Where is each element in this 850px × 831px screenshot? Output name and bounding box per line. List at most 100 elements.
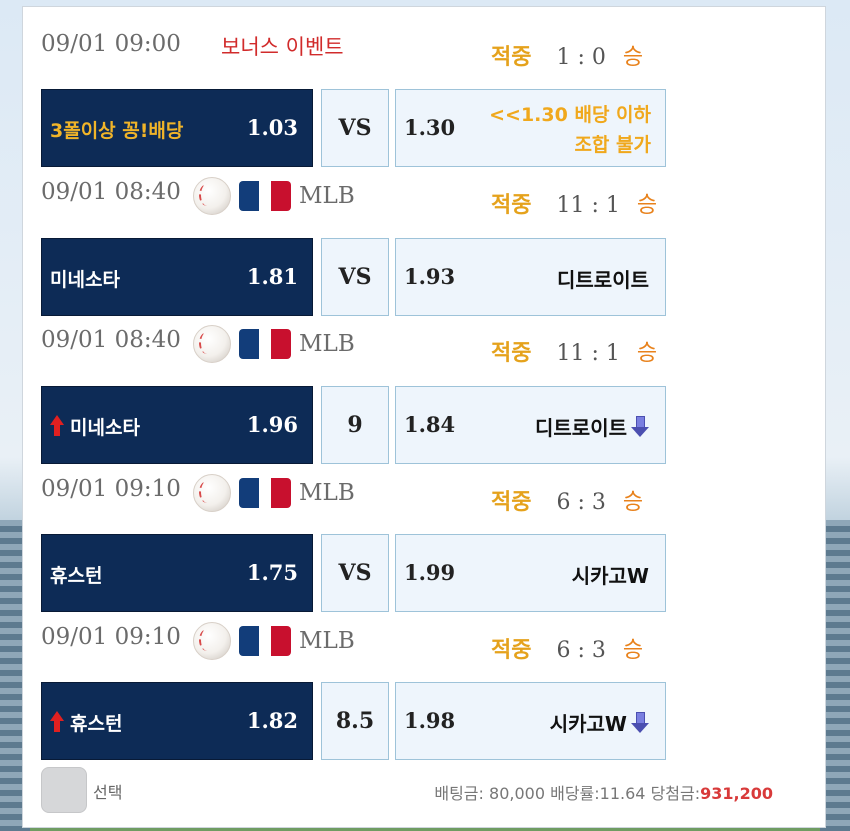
home-bet-button[interactable]: 휴스턴 1.82 [41, 682, 313, 760]
away-bet-button[interactable]: 1.84 디트로이트 [395, 386, 666, 464]
baseball-icon [193, 622, 231, 660]
away-note-line2: 조합 불가 [574, 134, 651, 156]
event-label: 보너스 이벤트 [221, 35, 344, 59]
arrow-down-icon [631, 415, 649, 438]
home-odd: 1.82 [246, 708, 298, 733]
away-team-name: 시카고W [571, 564, 649, 588]
home-bet-button[interactable]: 휴스턴 1.75 [41, 534, 313, 612]
arrow-up-icon [50, 415, 64, 437]
bet-rate: 11.64 [599, 784, 646, 803]
bet-summary: 배팅금: 80,000 배당률:11.64 당첨금:931,200 [434, 780, 773, 804]
result-score: 6 : 3 [556, 490, 606, 515]
bet-summary-footer: 선택 배팅금: 80,000 배당률:11.64 당첨금:931,200 [41, 767, 801, 813]
away-bet-button[interactable]: 1.98 시카고W [395, 682, 666, 760]
bet-slip-card: 09/01 09:00 보너스 이벤트 적중 1 : 0 승 3폴이상 꽁!배당… [22, 6, 826, 828]
bet-amount: 80,000 [489, 784, 545, 803]
result-outcome: 승 [622, 638, 644, 663]
mlb-logo-icon [239, 626, 291, 656]
away-bet-button[interactable]: 1.30 <<1.30 배당 이하 조합 불가 [395, 89, 666, 167]
middle-bet-button[interactable]: 8.5 [321, 682, 389, 760]
home-bet-button[interactable]: 미네소타 1.81 [41, 238, 313, 316]
middle-bet-button[interactable]: 9 [321, 386, 389, 464]
game-header: 09/01 08:40 MLB 적중 11 : 1 승 [41, 325, 661, 367]
game-datetime: 09/01 09:00 [41, 31, 181, 57]
league-name: MLB [299, 628, 355, 654]
result-score: 11 : 1 [556, 193, 620, 218]
league-icons: MLB [193, 474, 355, 512]
result-hit-label: 적중 [491, 193, 532, 218]
arrow-up-icon [50, 711, 64, 733]
away-odd: 1.30 [404, 115, 456, 140]
mlb-logo-icon [239, 478, 291, 508]
bet-row: 미네소타 1.96 9 1.84 디트로이트 [41, 386, 666, 464]
game-datetime: 09/01 09:10 [41, 476, 181, 502]
result-outcome: 승 [622, 490, 644, 515]
result-outcome: 승 [636, 341, 658, 366]
bet-row: 휴스턴 1.75 VS 1.99 시카고W [41, 534, 666, 612]
away-odd: 1.84 [404, 412, 456, 437]
game-result: 적중 6 : 3 승 [491, 632, 643, 664]
league-name: MLB [299, 183, 355, 209]
game-header: 09/01 09:10 MLB 적중 6 : 3 승 [41, 474, 661, 516]
game-header: 09/01 09:00 보너스 이벤트 적중 1 : 0 승 [41, 31, 661, 71]
game-result: 적중 11 : 1 승 [491, 187, 657, 219]
middle-bet-button[interactable]: VS [321, 534, 389, 612]
game-datetime: 09/01 08:40 [41, 327, 181, 353]
game-datetime: 09/01 09:10 [41, 624, 181, 650]
away-bet-button[interactable]: 1.99 시카고W [395, 534, 666, 612]
baseball-icon [193, 177, 231, 215]
bet-row: 미네소타 1.81 VS 1.93 디트로이트 [41, 238, 666, 316]
away-odd: 1.98 [404, 708, 456, 733]
home-team-name: 휴스턴 [50, 565, 103, 587]
result-outcome: 승 [622, 45, 644, 70]
result-score: 1 : 0 [556, 45, 606, 70]
home-odd: 1.81 [246, 264, 298, 289]
result-hit-label: 적중 [491, 341, 532, 366]
home-team-name: 미네소타 [50, 269, 120, 291]
arrow-down-icon [631, 711, 649, 734]
win-amount: 931,200 [700, 784, 773, 803]
game-result: 적중 6 : 3 승 [491, 484, 643, 516]
game-header: 09/01 09:10 MLB 적중 6 : 3 승 [41, 622, 661, 664]
result-outcome: 승 [636, 193, 658, 218]
middle-bet-button[interactable]: VS [321, 89, 389, 167]
game-result: 적중 11 : 1 승 [491, 335, 657, 367]
baseball-icon [193, 325, 231, 363]
away-team-name: 디트로이트 [557, 268, 649, 292]
league-icons: MLB [193, 622, 355, 660]
win-amount-label: 당첨금: [650, 784, 701, 803]
result-hit-label: 적중 [491, 638, 532, 663]
away-note-line1: <<1.30 배당 이하 [489, 104, 651, 126]
league-icons: MLB [193, 177, 355, 215]
home-bet-button[interactable]: 미네소타 1.96 [41, 386, 313, 464]
middle-bet-button[interactable]: VS [321, 238, 389, 316]
result-hit-label: 적중 [491, 45, 532, 70]
select-checkbox[interactable] [41, 767, 87, 813]
league-icons: MLB [193, 325, 355, 363]
away-note: <<1.30 배당 이하 조합 불가 [489, 100, 651, 160]
league-name: MLB [299, 480, 355, 506]
result-hit-label: 적중 [491, 490, 532, 515]
result-score: 11 : 1 [556, 341, 620, 366]
away-team-name: 디트로이트 [535, 416, 627, 440]
home-team-name: 3폴이상 꽁!배당 [50, 120, 184, 142]
result-score: 6 : 3 [556, 638, 606, 663]
game-header: 09/01 08:40 MLB 적중 11 : 1 승 [41, 177, 661, 219]
home-team-name: 미네소타 [70, 417, 140, 439]
bet-row: 휴스턴 1.82 8.5 1.98 시카고W [41, 682, 666, 760]
away-bet-button[interactable]: 1.93 디트로이트 [395, 238, 666, 316]
away-team-name: 시카고W [549, 712, 627, 736]
mlb-logo-icon [239, 181, 291, 211]
game-datetime: 09/01 08:40 [41, 179, 181, 205]
game-result: 적중 1 : 0 승 [491, 39, 643, 71]
bet-row: 3폴이상 꽁!배당 1.03 VS 1.30 <<1.30 배당 이하 조합 불… [41, 89, 666, 167]
bet-rate-label: 배당률: [550, 784, 600, 803]
home-odd: 1.75 [246, 560, 298, 585]
home-odd: 1.96 [246, 412, 298, 437]
away-odd: 1.99 [404, 560, 456, 585]
home-bet-button[interactable]: 3폴이상 꽁!배당 1.03 [41, 89, 313, 167]
select-label: 선택 [93, 783, 123, 802]
bet-amount-label: 배팅금: [434, 784, 484, 803]
home-odd: 1.03 [246, 115, 298, 140]
league-name: MLB [299, 331, 355, 357]
